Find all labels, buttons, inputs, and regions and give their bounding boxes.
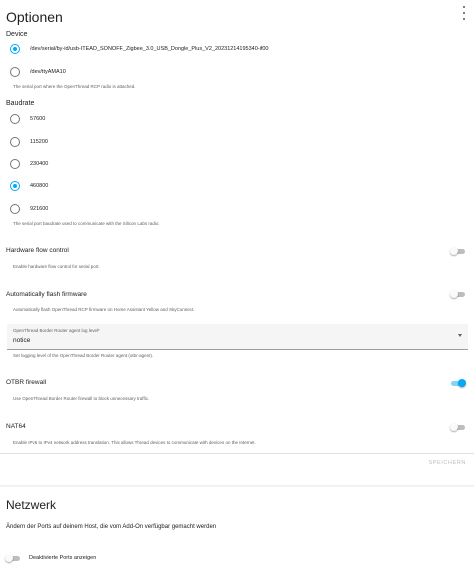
nat64-helper: Enable IPv6 to IPv4 network address tran… <box>13 440 256 445</box>
auto-flash-switch[interactable] <box>450 290 466 298</box>
hardware-flow-control-switch[interactable] <box>450 247 466 255</box>
show-disabled-ports-label: Deaktivierte Ports anzeigen <box>29 555 97 561</box>
hardware-flow-control-helper: Enable hardware flow control for serial … <box>13 264 100 269</box>
auto-flash-label: Automatically flash firmware <box>6 291 87 298</box>
device-option-label: /dev/ttyAMA10 <box>30 69 66 75</box>
device-label: Device <box>6 31 28 38</box>
radio-button[interactable] <box>10 159 20 169</box>
baudrate-option-label: 115200 <box>30 139 48 145</box>
baudrate-option-57600[interactable]: 57600 <box>10 112 45 126</box>
otbr-firewall-label: OTBR firewall <box>6 379 47 386</box>
auto-flash-helper: Automatically flash OpenThread RCP firmw… <box>13 307 195 312</box>
otbr-firewall-switch[interactable] <box>450 379 466 387</box>
baudrate-option-label: 57600 <box>30 116 46 122</box>
baudrate-option-230400[interactable]: 230400 <box>10 157 48 171</box>
options-title: Optionen <box>6 9 63 25</box>
log-level-select[interactable]: OpenThread Border Router agent log level… <box>7 324 468 350</box>
radio-button[interactable] <box>10 137 20 147</box>
baudrate-option-label: 460800 <box>30 183 49 189</box>
otbr-firewall-helper: Use OpenThread Border Router firewall to… <box>13 396 150 401</box>
baudrate-option-label: 921600 <box>30 206 49 212</box>
network-card: Netzwerk Ändern der Ports auf deinem Hos… <box>0 487 474 566</box>
radio-button[interactable] <box>10 67 20 77</box>
baudrate-option-label: 230400 <box>30 161 49 167</box>
baudrate-option-115200[interactable]: 115200 <box>10 135 48 149</box>
overflow-menu-icon[interactable] <box>460 6 468 20</box>
device-helper-text: The serial port where the OpenThread RCP… <box>13 84 136 89</box>
device-option-label: /dev/serial/by-id/usb-ITEAD_SONOFF_Zigbe… <box>30 46 269 52</box>
device-option-ttyama10[interactable]: /dev/ttyAMA10 <box>10 65 66 79</box>
show-disabled-ports-switch[interactable] <box>5 554 21 562</box>
baudrate-helper-text: The serial port baudrate used to communi… <box>13 221 160 226</box>
chevron-down-icon <box>458 334 462 337</box>
hardware-flow-control-label: Hardware flow control <box>6 247 69 254</box>
baudrate-label: Baudrate <box>6 100 35 107</box>
network-description: Ändern der Ports auf deinem Host, die vo… <box>6 524 217 530</box>
baudrate-option-921600[interactable]: 921600 <box>10 202 48 216</box>
nat64-label: NAT64 <box>6 423 26 430</box>
save-button[interactable]: SPEICHERN <box>429 460 467 466</box>
radio-button[interactable] <box>10 204 20 214</box>
radio-button[interactable] <box>10 114 20 124</box>
log-level-select-value: notice <box>13 337 31 344</box>
radio-button-checked[interactable] <box>10 44 20 54</box>
log-level-helper: Set logging level of the OpenThread Bord… <box>13 353 154 358</box>
card-actions-divider <box>0 453 474 454</box>
nat64-switch[interactable] <box>450 423 466 431</box>
log-level-select-label: OpenThread Border Router agent log level… <box>13 328 100 333</box>
network-title: Netzwerk <box>6 498 57 512</box>
options-card: Optionen Device /dev/serial/by-id/usb-IT… <box>0 0 474 485</box>
baudrate-option-460800[interactable]: 460800 <box>10 179 48 193</box>
device-option-serial-by-id[interactable]: /dev/serial/by-id/usb-ITEAD_SONOFF_Zigbe… <box>10 42 268 56</box>
radio-button-checked[interactable] <box>10 181 20 191</box>
